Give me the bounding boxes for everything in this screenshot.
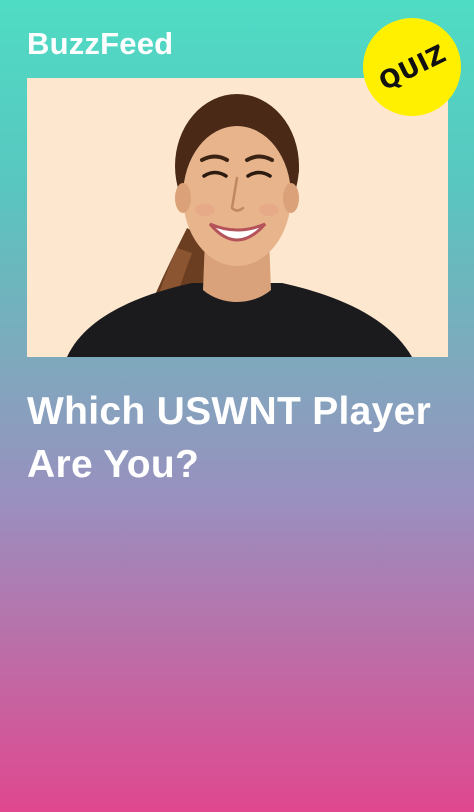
- quiz-badge: QUIZ: [363, 18, 461, 116]
- quiz-title[interactable]: Which USWNT Player Are You?: [27, 386, 447, 491]
- quiz-badge-label: QUIZ: [373, 38, 451, 96]
- brand-logo[interactable]: BuzzFeed: [27, 28, 173, 59]
- player-portrait: [27, 78, 448, 357]
- quiz-pin-card[interactable]: BuzzFeed QUIZ Which USWNT Player Are You…: [0, 0, 474, 812]
- hero-photo[interactable]: [27, 78, 448, 357]
